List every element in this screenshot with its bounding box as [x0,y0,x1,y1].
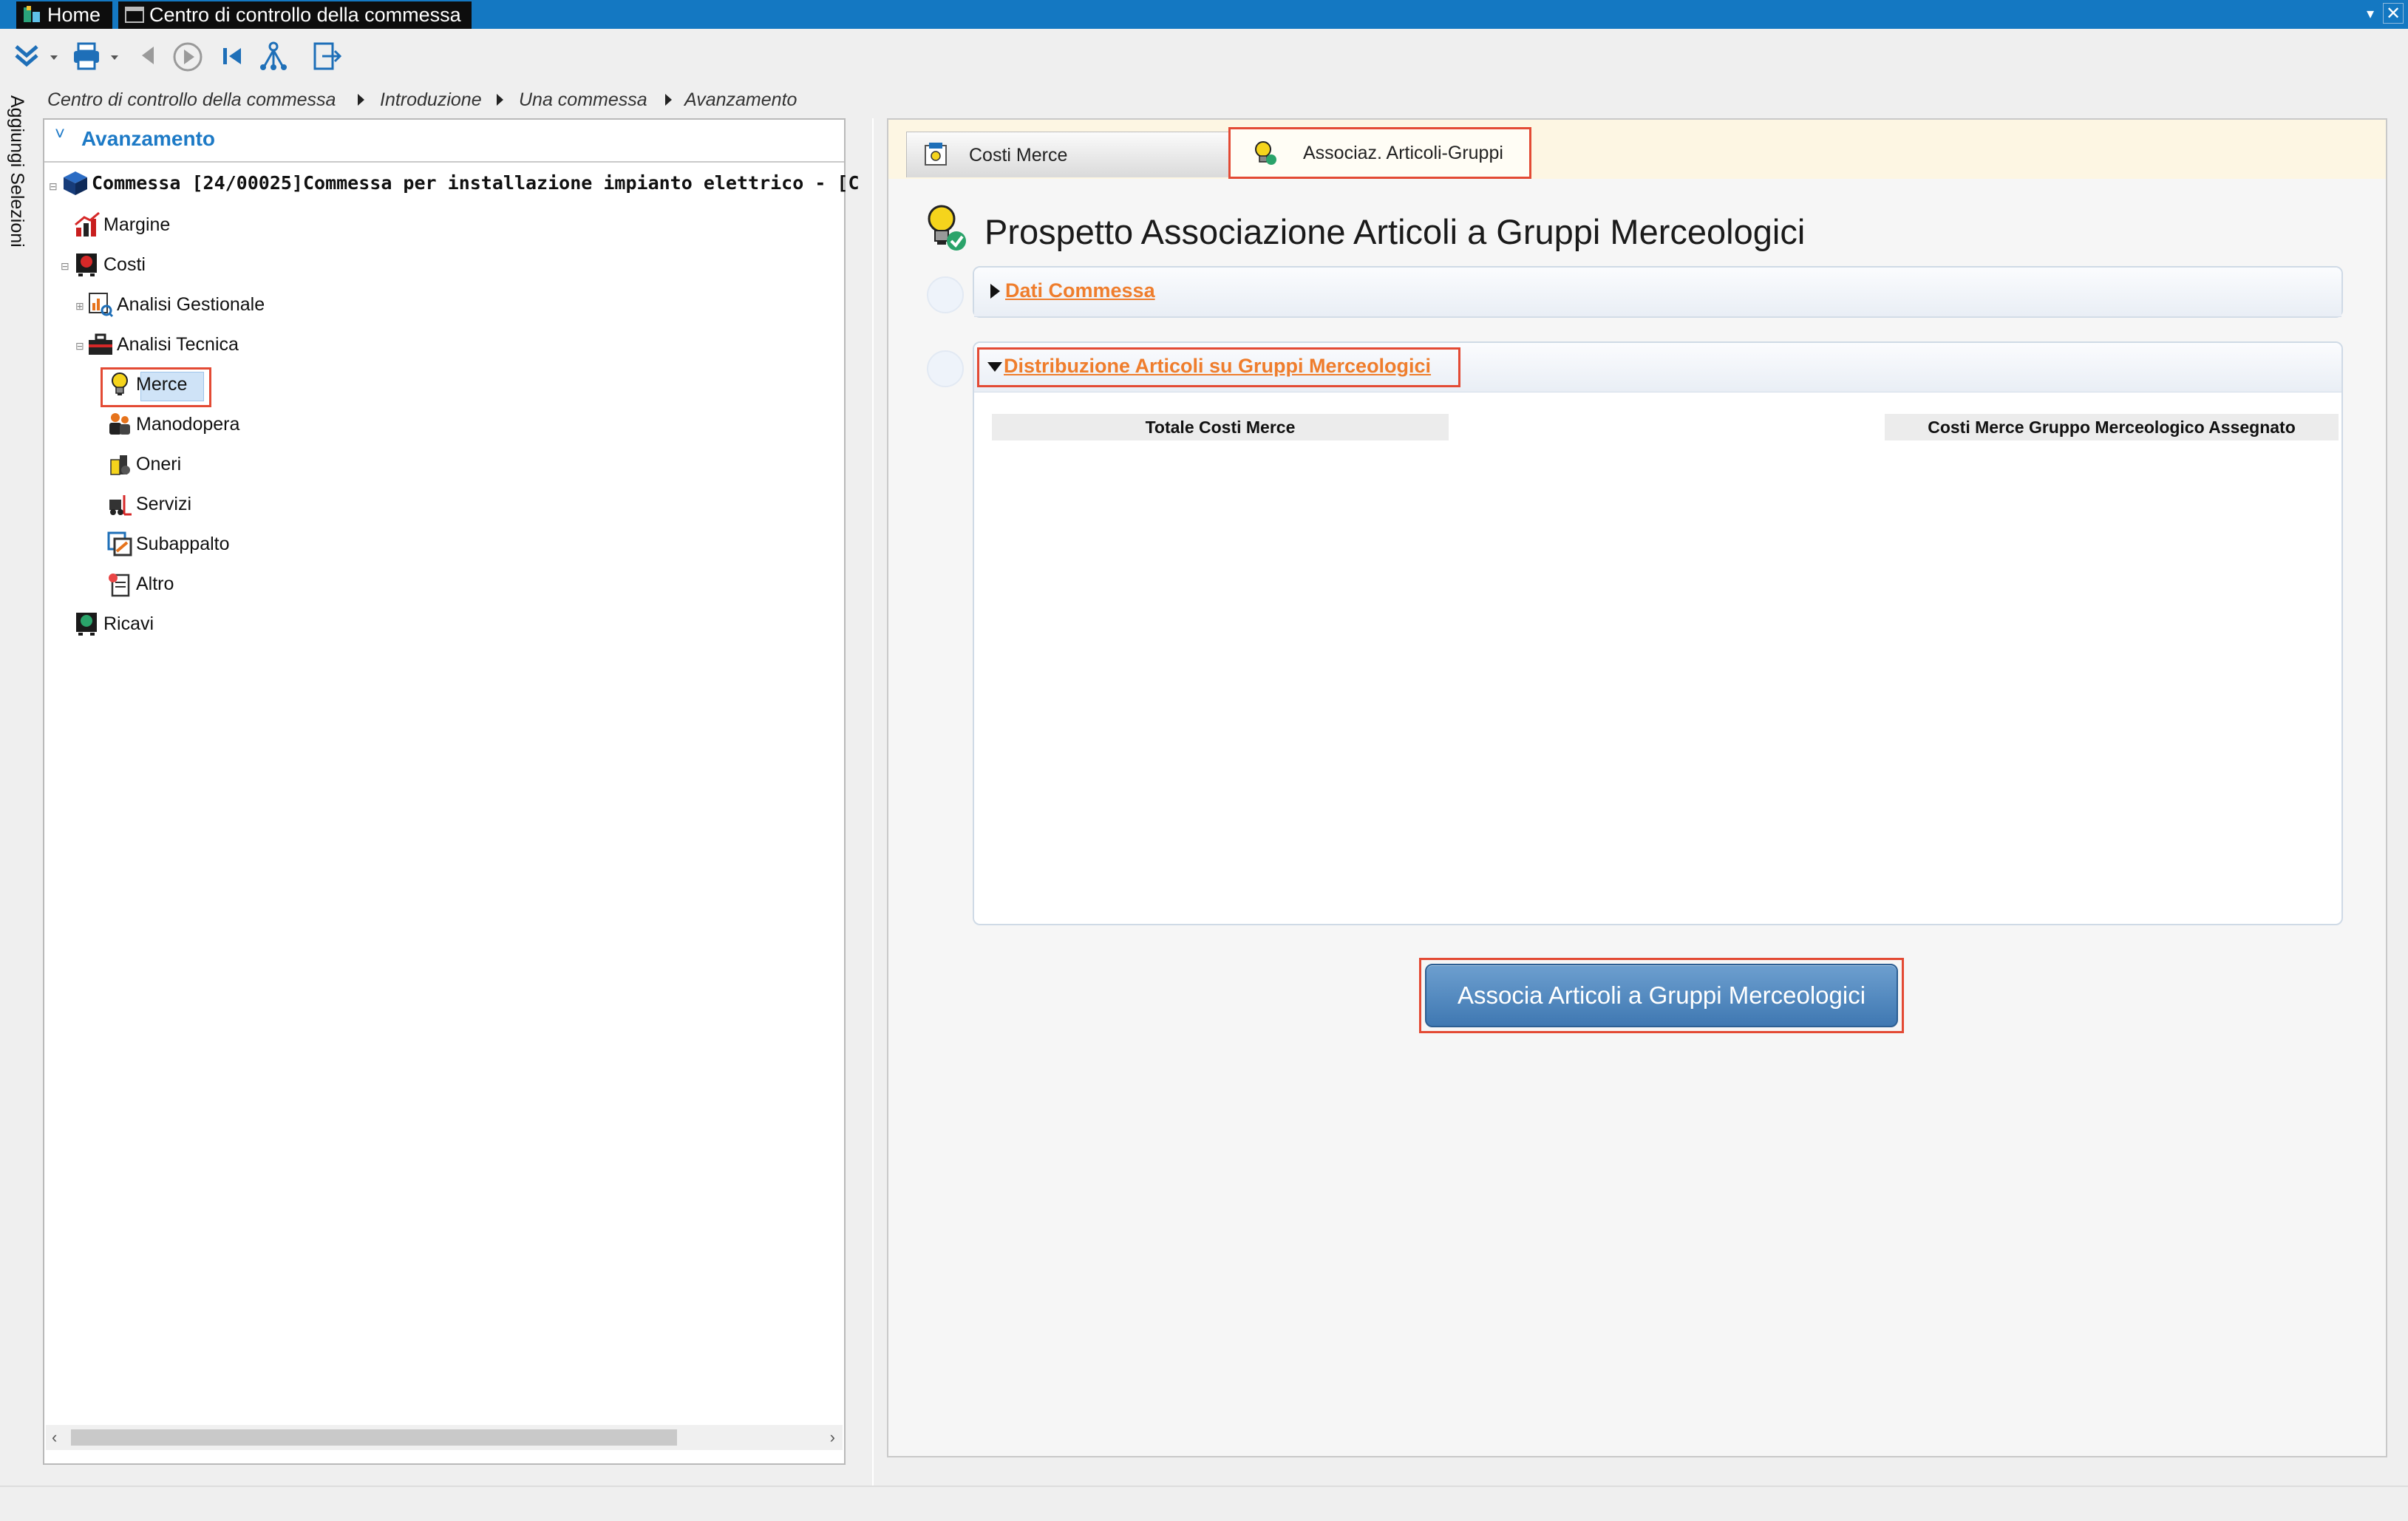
splitter[interactable] [872,118,874,1486]
chart-up-icon [75,211,100,237]
section-header[interactable]: Dati Commessa [974,268,2341,317]
home-app-icon [24,6,40,22]
status-bar [0,1486,2408,1521]
tree-item-label: Analisi Tecnica [117,334,239,355]
cube-icon [64,171,87,195]
first-icon [223,48,241,64]
lightbulb-icon [1255,141,1276,165]
play-icon [173,42,203,72]
title-bar: Home Centro di controllo della commessa … [0,0,2408,29]
tree-panel: ˅ Avanzamento ⊟ Commessa [24/00025]Comme… [43,118,860,1465]
toolbar [0,29,2408,88]
tree-item-label: Servizi [136,494,192,514]
workers-icon [109,413,130,435]
section-header[interactable]: Distribuzione Articoli su Gruppi Merceol… [974,343,2341,392]
tree-item-label: Commessa [24/00025]Commessa per installa… [92,172,860,194]
breadcrumb-item[interactable]: Una commessa [519,89,647,111]
expander-icon[interactable]: ⊟ [61,260,69,273]
window-menu-icon[interactable]: ▾ [2361,4,2380,24]
detail-panel: Costi Merce Associaz. Articoli-Gruppi Pr… [887,118,2387,1457]
hierarchy-icon [260,41,287,70]
section-marker-icon [927,276,964,313]
scroll-right-icon[interactable]: › [830,1425,835,1450]
first-record-button[interactable] [219,39,248,75]
window-app-icon [125,7,144,23]
print-button[interactable] [72,39,126,75]
tree-item-label: Subappalto [136,534,230,554]
tab-label: Costi Merce [969,145,1068,166]
tree-item-label: Costi [103,254,146,275]
expand-collapse-button[interactable] [12,39,64,75]
page-title: Prospetto Associazione Articoli a Gruppi… [984,212,1806,251]
costs-icon [76,254,97,276]
expander-icon[interactable]: ⊟ [75,340,84,353]
tab-associaz-articoli-gruppi[interactable]: Associaz. Articoli-Gruppi [1228,127,1531,179]
tree-item-label: Merce [136,374,188,395]
tab-window[interactable]: Centro di controllo della commessa [118,1,472,29]
tree-item-label: Altro [136,574,174,594]
subcontract-icon [107,531,132,557]
collapsed-arrow-icon[interactable] [990,284,1000,299]
side-rail: Aggiungi Selezioni [0,88,41,1492]
clipboard-icon [109,574,130,597]
breadcrumb-separator-icon [497,94,503,106]
exit-icon [313,42,342,70]
tab-strip: Costi Merce Associaz. Articoli-Gruppi [888,120,2386,180]
tree-item-label: Manodopera [136,414,240,435]
breadcrumb-separator-icon [358,94,364,106]
tree-panel-header[interactable]: ˅ Avanzamento [44,120,844,163]
tab-home[interactable]: Home [16,1,112,29]
tree-item-label: Margine [103,214,171,235]
breadcrumb-item[interactable]: Avanzamento [684,89,797,111]
column-header-gruppo: Costi Merce Gruppo Merceologico Assegnat… [1885,414,2339,440]
expand-collapse-icon [15,45,58,67]
section-dati-commessa: Dati Commessa [973,266,2343,318]
section-link-dati-commessa[interactable]: Dati Commessa [1005,279,1155,302]
column-header-totale: Totale Costi Merce [992,414,1449,440]
breadcrumb-item[interactable]: Centro di controllo della commessa [47,89,336,111]
tab-costi-merce[interactable]: Costi Merce [906,132,1231,177]
analysis-chart-icon [89,293,114,318]
close-icon[interactable]: ✕ [2383,3,2404,24]
add-selections-toggle[interactable]: Aggiungi Selezioni [6,95,27,248]
tree-item-label: Oneri [136,454,182,474]
scroll-left-icon[interactable]: ‹ [52,1425,57,1450]
tab-label: Associaz. Articoli-Gruppi [1303,143,1503,163]
section-distribuzione: Distribuzione Articoli su Gruppi Merceol… [973,341,2343,925]
tab-window-label: Centro di controllo della commessa [149,4,461,26]
expander-icon[interactable]: ⊞ [75,300,84,313]
content-area: Prospetto Associazione Articoli a Gruppi… [888,179,2386,1456]
exit-button[interactable] [310,39,343,75]
breadcrumb-separator-icon [665,94,672,106]
section-marker-icon [927,350,964,387]
expander-icon[interactable]: ⊟ [49,180,58,193]
forklift-icon [109,495,132,516]
lightbulb-icon [112,372,128,395]
revenue-icon [76,613,97,636]
costs-tab-icon [925,143,947,166]
tree-panel-title: Avanzamento [81,127,216,150]
toolbox-icon [89,333,112,355]
back-icon [142,47,154,64]
print-icon [74,42,118,70]
chevron-down-icon[interactable]: ˅ [55,124,65,145]
tree-item-label: Analisi Gestionale [117,294,265,315]
charges-icon [110,455,130,475]
play-button[interactable] [170,39,208,75]
section-link-distribuzione[interactable]: Distribuzione Articoli su Gruppi Merceol… [1004,355,1431,378]
hierarchy-button[interactable] [256,39,291,75]
associa-articoli-button[interactable]: Associa Articoli a Gruppi Merceologici [1425,964,1898,1027]
breadcrumb-item[interactable]: Introduzione [380,89,482,111]
tree-item-label: Ricavi [103,613,154,634]
expanded-arrow-icon[interactable] [987,362,1002,372]
back-button[interactable] [133,39,163,75]
tab-home-label: Home [47,4,101,26]
horizontal-scrollbar[interactable]: ‹ › [46,1425,843,1450]
tree-item-commessa[interactable]: Commessa [24/00025]Commessa per installa… [62,166,860,201]
scrollbar-thumb[interactable] [71,1429,677,1446]
lightbulb-check-icon [928,205,966,251]
